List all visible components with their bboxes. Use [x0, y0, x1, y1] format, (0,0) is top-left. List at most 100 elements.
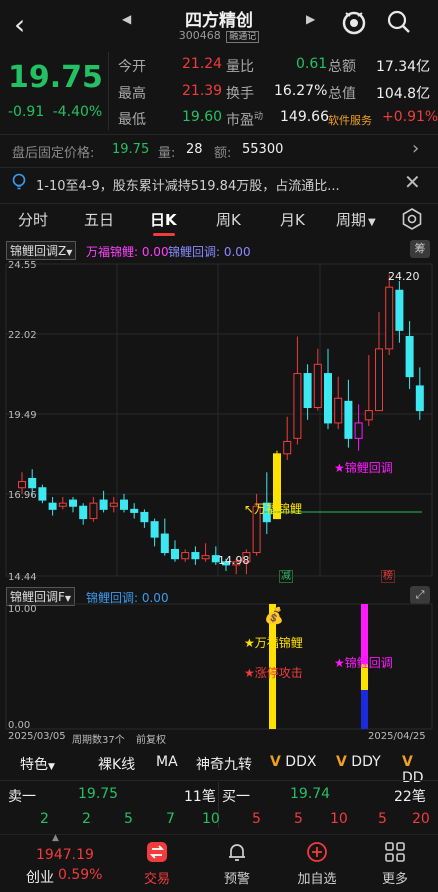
- caret-down-icon: ▼: [48, 762, 55, 772]
- more-label: 更多: [381, 872, 408, 887]
- amount-label: 总额: [328, 59, 356, 75]
- kline-chart[interactable]: 锦鲤回调Z▼ 万福锦鲤: 0.00 锦鲤回调: 0.00 筹 24.55 22.…: [0, 238, 438, 584]
- sector-label[interactable]: 软件服务: [328, 112, 372, 128]
- volume-ratio-label: 量比: [226, 59, 254, 75]
- sub-annotation-zhangting: ★涨停攻击: [244, 666, 303, 680]
- candle-body: [303, 373, 312, 409]
- candles: [18, 274, 424, 575]
- candle-body: [109, 502, 118, 507]
- tab-intraday[interactable]: 分时: [18, 209, 48, 230]
- last-price: 19.75: [8, 60, 103, 95]
- alert-button[interactable]: 预警: [202, 841, 272, 887]
- y-label-top: 24.55: [8, 260, 37, 271]
- badge-reduce[interactable]: 减: [279, 570, 293, 583]
- chevron-right-icon: ›: [412, 138, 420, 159]
- sell-one-count: 11笔: [184, 789, 216, 805]
- badge-rank[interactable]: 榜: [381, 570, 395, 583]
- announcement-row[interactable]: 1-10至4-9，股东累计减持519.84万股，占流通比... ✕: [0, 167, 438, 198]
- next-stock-icon[interactable]: ▶: [306, 12, 315, 26]
- search-icon[interactable]: [386, 9, 412, 39]
- candle-body: [354, 422, 363, 439]
- bottom-toolbar: ▲ 1947.19 创业 0.59% 交易 预警 加自选 更多: [0, 833, 438, 892]
- turnover-label: 换手: [226, 86, 254, 102]
- indicator-special[interactable]: 特色▼: [20, 754, 55, 774]
- candle-body: [191, 552, 200, 560]
- candle-body: [160, 533, 169, 554]
- candle-body: [58, 502, 67, 507]
- indicator-ddx[interactable]: V DDX: [270, 754, 316, 770]
- kline-svg: [5, 263, 433, 577]
- candle-body: [283, 440, 292, 455]
- quote-row-open: 今开: [118, 56, 146, 76]
- y-label-2: 22.02: [8, 330, 37, 341]
- change-value: -0.91: [8, 104, 45, 120]
- index-name: 创业: [26, 870, 54, 886]
- period-count: 周期数37个: [72, 735, 125, 746]
- tab-period[interactable]: 周期 ▼: [336, 209, 376, 230]
- close-icon[interactable]: ✕: [404, 170, 421, 194]
- stock-code-text: 300468: [178, 29, 221, 42]
- market-cap-label: 总值: [328, 86, 356, 102]
- money-bag-icon: 💰: [264, 606, 284, 625]
- indicator-ma[interactable]: MA: [156, 754, 178, 770]
- sector-change: +0.91%: [382, 109, 438, 125]
- sell-qty: 2: [82, 811, 91, 827]
- robot-icon[interactable]: [340, 8, 368, 40]
- indicator-ddy[interactable]: V DDY: [336, 754, 381, 770]
- tab-monthly-k[interactable]: 月K: [280, 209, 305, 230]
- candle-body: [334, 397, 343, 424]
- buy-one-label: 买一: [222, 789, 250, 805]
- alert-label: 预警: [223, 872, 250, 887]
- candle-body: [324, 373, 332, 424]
- candle-body: [69, 499, 77, 507]
- candle-body: [38, 487, 47, 501]
- more-button[interactable]: 更多: [360, 841, 430, 887]
- buy-one-price: 19.74: [290, 786, 331, 802]
- indicator-nine-turn[interactable]: 神奇九转: [196, 754, 252, 774]
- active-tab-underline: [153, 233, 175, 236]
- order-book[interactable]: 卖一 19.75 11笔 买一 19.74 22笔 2 2 5 7 10 5 5…: [0, 780, 438, 834]
- buy-qty: 5: [378, 811, 387, 827]
- sell-qty: 5: [124, 811, 133, 827]
- period-tabs: 分时 五日 日K 周K 月K 周期 ▼: [0, 203, 438, 237]
- add-watchlist-button[interactable]: 加自选: [282, 841, 352, 887]
- settings-icon[interactable]: [400, 207, 424, 235]
- annotation-wanfu: ↖万福锦鲤: [244, 502, 303, 516]
- annotation-jinli: ★锦鲤回调: [334, 461, 393, 475]
- date-end: 2025/04/25: [368, 731, 426, 742]
- index-ticker[interactable]: ▲ 1947.19 创业 0.59%: [0, 833, 110, 892]
- quote-panel: 19.75 -0.91 -4.40% 今开 21.24 量比 0.61 总额 1…: [0, 52, 438, 130]
- tab-five-day[interactable]: 五日: [84, 209, 114, 230]
- candle-body: [385, 286, 394, 350]
- tab-daily-k[interactable]: 日K: [150, 209, 177, 230]
- candle-body: [405, 336, 414, 378]
- divider: [0, 780, 438, 781]
- indicator-special-label: 特色: [20, 757, 48, 773]
- candle-body: [171, 548, 179, 560]
- candle-body: [395, 289, 404, 331]
- indicator-naked-k[interactable]: 裸K线: [98, 754, 135, 774]
- divider: [108, 52, 112, 130]
- sub-y-top: 10.00: [8, 604, 37, 615]
- tab-weekly-k[interactable]: 周K: [216, 209, 241, 230]
- candle-body: [140, 511, 149, 523]
- high-value: 21.39: [182, 83, 223, 99]
- market-cap-value: 104.8亿: [376, 86, 431, 102]
- pe-label-sup: 动: [254, 112, 264, 122]
- adjust-type[interactable]: 前复权: [136, 731, 166, 746]
- stock-code: 300468 融通记: [0, 29, 438, 43]
- candle-body: [28, 477, 37, 489]
- indicator-chart[interactable]: 锦鲤回调F▼ 锦鲤回调: 0.00 ⤢ 💰 10.00 0.00 ★万福锦鲤 ★…: [0, 584, 438, 746]
- after-hours-label: 盘后固定价格:: [12, 146, 95, 161]
- candle-body: [48, 502, 57, 510]
- vip-icon: V: [402, 754, 413, 770]
- after-hours-row[interactable]: 盘后固定价格: 19.75 量: 28 额: 55300 ›: [0, 134, 438, 166]
- trade-button[interactable]: 交易: [122, 841, 192, 887]
- indicator-ddy-label: DDY: [351, 754, 381, 770]
- add-watchlist-label: 加自选: [297, 872, 337, 887]
- sell-qty: 7: [166, 811, 175, 827]
- low-value: 19.60: [182, 109, 223, 125]
- caret-down-icon: ▼: [368, 217, 376, 228]
- candle-body: [99, 499, 108, 510]
- rongtong-tag: 融通记: [226, 31, 260, 43]
